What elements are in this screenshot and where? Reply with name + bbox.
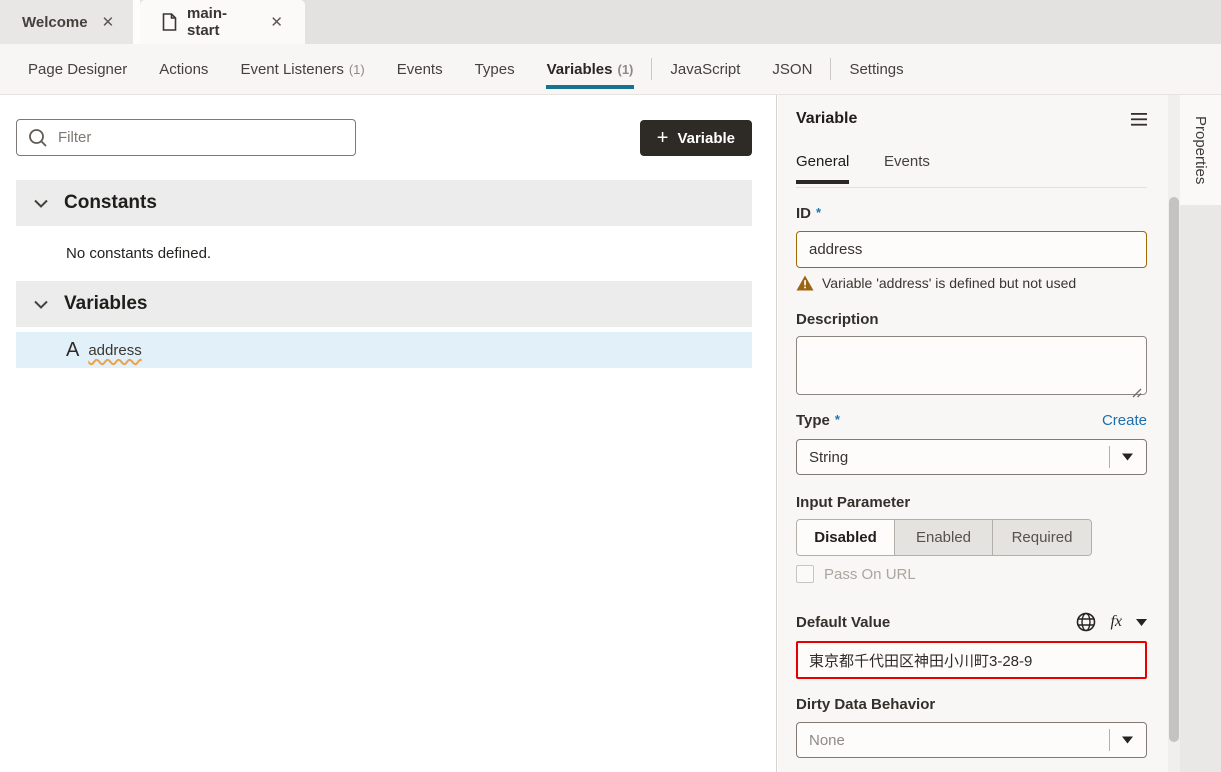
variables-section-title: Variables	[64, 293, 147, 315]
panel-scrollbar[interactable]	[1168, 95, 1180, 772]
tab-general[interactable]: General	[796, 153, 849, 184]
select-divider	[1109, 446, 1110, 468]
create-type-link[interactable]: Create	[1102, 412, 1147, 429]
description-textarea[interactable]	[796, 336, 1147, 395]
caret-down-icon	[1122, 454, 1133, 461]
unused-variable-warning: Variable 'address' is defined but not us…	[796, 275, 1147, 291]
type-field-label: Type*	[796, 412, 840, 429]
variables-list-panel: + Variable Constants No constants define…	[0, 95, 777, 772]
add-variable-label: Variable	[677, 130, 735, 147]
id-input[interactable]	[796, 231, 1147, 268]
tab-main-start[interactable]: main-start ✕	[140, 0, 305, 44]
close-icon[interactable]: ✕	[102, 13, 115, 31]
select-divider	[1109, 729, 1110, 751]
caret-down-icon	[1122, 737, 1133, 744]
nav-tab-events[interactable]: Events	[381, 44, 459, 94]
warning-icon	[796, 275, 814, 291]
properties-panel: Variable General Events ID* Variable 'ad…	[778, 95, 1168, 772]
globe-icon[interactable]	[1076, 612, 1096, 632]
chevron-down-icon	[34, 199, 48, 208]
default-value-label: Default Value	[796, 614, 890, 631]
nav-tab-event-listeners[interactable]: Event Listeners(1)	[224, 44, 380, 94]
caret-down-icon[interactable]	[1136, 619, 1147, 626]
properties-tabs: General Events	[796, 153, 1147, 188]
properties-side-tab[interactable]: Properties	[1180, 95, 1221, 205]
close-icon[interactable]: ✕	[270, 13, 283, 31]
active-tab-underline	[546, 85, 635, 89]
variable-name: address	[88, 342, 141, 359]
side-tab-strip: Properties	[1180, 95, 1221, 772]
tab-gap	[133, 0, 140, 44]
plus-icon: +	[657, 128, 669, 148]
nav-tab-json[interactable]: JSON	[756, 44, 828, 94]
segment-disabled[interactable]: Disabled	[797, 520, 895, 555]
app-window: Welcome ✕ main-start ✕ Page Designer Act…	[0, 0, 1221, 772]
nav-divider	[651, 58, 652, 80]
properties-panel-title: Variable	[796, 110, 857, 128]
tab-welcome[interactable]: Welcome ✕	[0, 0, 133, 44]
window-tab-bar: Welcome ✕ main-start ✕	[0, 0, 1221, 44]
segment-enabled[interactable]: Enabled	[895, 520, 993, 555]
type-select-value: String	[809, 449, 848, 466]
nav-divider	[830, 58, 831, 80]
tab-main-start-label: main-start	[187, 5, 256, 39]
required-marker: *	[835, 412, 840, 427]
properties-side-tab-label: Properties	[1192, 116, 1209, 184]
fx-expression-icon[interactable]: fx	[1110, 613, 1122, 631]
filter-field[interactable]	[16, 119, 356, 156]
dirty-data-behavior-value: None	[809, 732, 845, 749]
constants-empty-message: No constants defined.	[66, 245, 211, 262]
nav-tab-page-designer[interactable]: Page Designer	[12, 44, 143, 94]
constants-section-title: Constants	[64, 192, 157, 214]
tab-events[interactable]: Events	[884, 153, 930, 184]
required-marker: *	[816, 205, 821, 220]
menu-icon[interactable]	[1131, 113, 1147, 126]
search-icon	[27, 127, 49, 149]
nav-tab-actions[interactable]: Actions	[143, 44, 224, 94]
editor-nav-bar: Page Designer Actions Event Listeners(1)…	[0, 44, 1221, 95]
default-value-input[interactable]	[796, 641, 1147, 679]
scrollbar-thumb[interactable]	[1169, 197, 1179, 742]
pass-on-url-label: Pass On URL	[824, 566, 916, 583]
tab-welcome-label: Welcome	[22, 14, 88, 31]
input-parameter-label: Input Parameter	[796, 494, 910, 511]
document-icon	[162, 13, 177, 31]
nav-tab-types[interactable]: Types	[459, 44, 531, 94]
event-listeners-count: (1)	[349, 62, 365, 77]
description-field-label: Description	[796, 311, 879, 328]
variables-count: (1)	[618, 62, 634, 77]
pass-on-url-checkbox[interactable]	[796, 565, 814, 583]
nav-tab-variables[interactable]: Variables(1)	[531, 44, 650, 94]
dirty-data-behavior-label: Dirty Data Behavior	[796, 696, 935, 713]
warning-text: Variable 'address' is defined but not us…	[822, 275, 1076, 291]
constants-section-header[interactable]: Constants	[16, 180, 752, 226]
input-parameter-segmented-control: Disabled Enabled Required	[796, 519, 1092, 556]
pass-on-url-row: Pass On URL	[796, 565, 916, 583]
add-variable-button[interactable]: + Variable	[640, 120, 752, 156]
chevron-down-icon	[34, 300, 48, 309]
dirty-data-behavior-select[interactable]: None	[796, 722, 1147, 758]
nav-tab-settings[interactable]: Settings	[833, 44, 919, 94]
id-field-label: ID*	[796, 205, 821, 222]
variables-section-header[interactable]: Variables	[16, 281, 752, 327]
filter-input[interactable]	[58, 129, 345, 146]
type-select[interactable]: String	[796, 439, 1147, 475]
nav-tab-javascript[interactable]: JavaScript	[654, 44, 756, 94]
string-type-icon: A	[66, 340, 79, 360]
variable-list-item-address[interactable]: A address	[16, 332, 752, 368]
segment-required[interactable]: Required	[993, 520, 1091, 555]
